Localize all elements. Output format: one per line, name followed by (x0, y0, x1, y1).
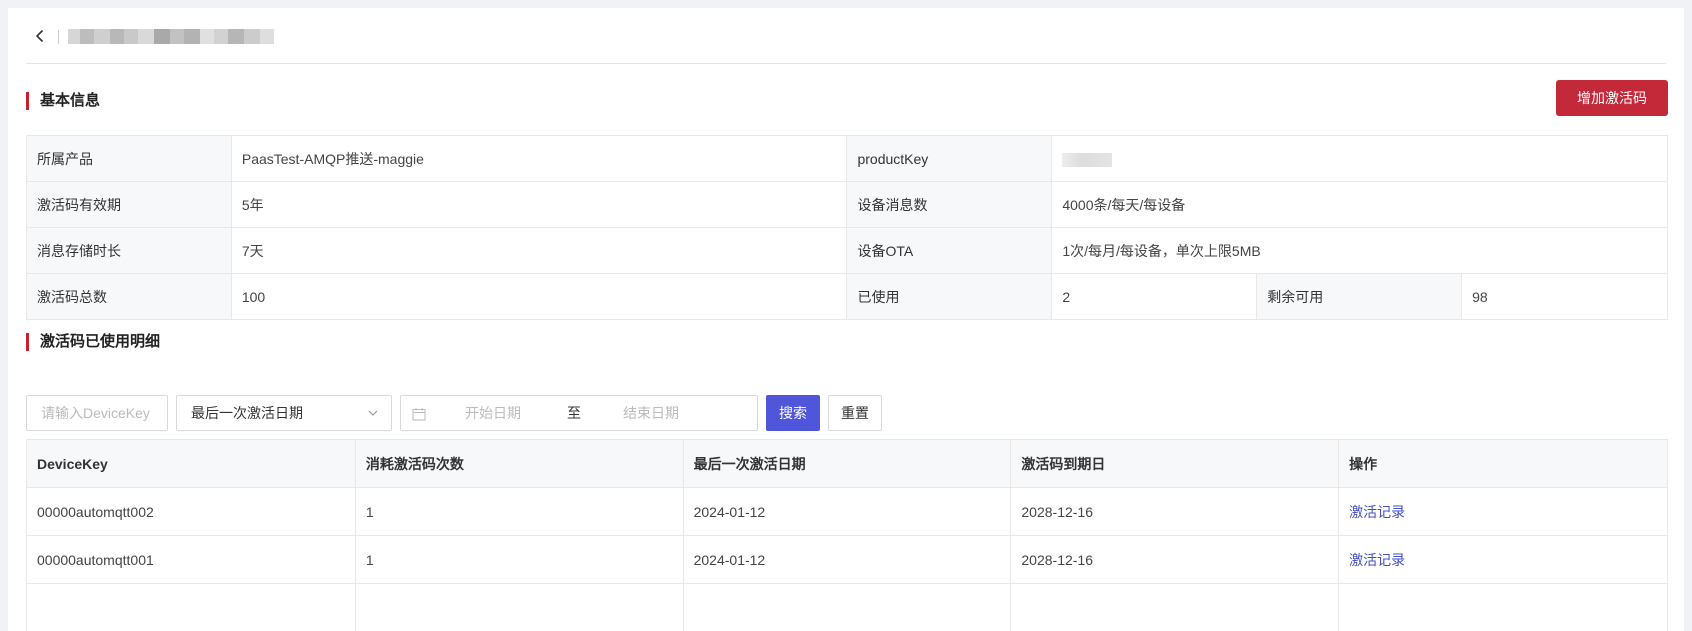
info-label: 设备消息数 (846, 181, 1053, 228)
column-header: 操作 (1338, 439, 1668, 488)
info-row-product: 所属产品 PaasTest-AMQP推送-maggie productKey (26, 135, 1668, 182)
column-header: 最后一次激活日期 (682, 439, 1012, 488)
chevron-left-icon[interactable] (32, 28, 48, 44)
devicekey-cell: 00000automqtt001 (26, 535, 356, 584)
devicekey-cell: 00000automqtt002 (26, 487, 356, 536)
info-label: 剩余可用 (1256, 273, 1463, 320)
last-activation-cell: 2024-01-12 (682, 487, 1012, 536)
obscured-title (68, 29, 294, 44)
range-separator: 至 (567, 405, 581, 421)
header-divider (58, 30, 59, 44)
activation-record-link[interactable]: 激活记录 (1349, 552, 1405, 568)
info-label: 激活码总数 (26, 273, 232, 320)
column-header: DeviceKey (26, 439, 356, 488)
date-type-selected: 最后一次激活日期 (191, 405, 303, 421)
table-row: 00000automqtt001 1 2024-01-12 2028-12-16… (26, 535, 1668, 584)
start-date-input[interactable]: 开始日期 (465, 396, 521, 430)
column-header: 消耗激活码次数 (354, 439, 684, 488)
info-label: 消息存储时长 (26, 227, 232, 274)
product-key-value (1051, 135, 1668, 182)
table-empty-area (26, 583, 1668, 631)
page-header (26, 8, 1666, 64)
info-value: 2 (1051, 273, 1258, 320)
column-header: 激活码到期日 (1010, 439, 1340, 488)
info-label: 所属产品 (26, 135, 232, 182)
info-label: 设备OTA (846, 227, 1053, 274)
table-row: 00000automqtt002 1 2024-01-12 2028-12-16… (26, 487, 1668, 536)
basic-info-table: 所属产品 PaasTest-AMQP推送-maggie productKey 激… (26, 135, 1668, 320)
info-value: 1次/每月/每设备，单次上限5MB (1051, 227, 1668, 274)
page-card: 基本信息 增加激活码 所属产品 PaasTest-AMQP推送-maggie p… (8, 8, 1684, 631)
last-activation-cell: 2024-01-12 (682, 535, 1012, 584)
usage-detail-title: 激活码已使用明细 (26, 333, 160, 351)
usage-table: DeviceKey 消耗激活码次数 最后一次激活日期 激活码到期日 操作 000… (26, 439, 1668, 631)
info-label: 已使用 (846, 273, 1053, 320)
count-cell: 1 (354, 487, 684, 536)
date-type-select[interactable]: 最后一次激活日期 (176, 395, 392, 431)
info-value: 4000条/每天/每设备 (1051, 181, 1668, 228)
calendar-icon (412, 408, 426, 421)
add-activation-code-button[interactable]: 增加激活码 (1556, 80, 1668, 116)
table-header-row: DeviceKey 消耗激活码次数 最后一次激活日期 激活码到期日 操作 (26, 439, 1668, 488)
date-range-picker[interactable]: 开始日期 至 结束日期 (400, 395, 758, 431)
count-cell: 1 (354, 535, 684, 584)
info-label: 激活码有效期 (26, 181, 232, 228)
info-row-counts: 激活码总数 100 已使用 2 剩余可用 98 (26, 273, 1668, 320)
info-value: 7天 (230, 227, 848, 274)
obscured-product-key (1062, 152, 1113, 167)
info-row-storage: 消息存储时长 7天 设备OTA 1次/每月/每设备，单次上限5MB (26, 227, 1668, 274)
action-cell: 激活记录 (1338, 487, 1668, 536)
info-value: 98 (1461, 273, 1668, 320)
info-value: PaasTest-AMQP推送-maggie (230, 135, 848, 182)
info-row-validity: 激活码有效期 5年 设备消息数 4000条/每天/每设备 (26, 181, 1668, 228)
action-cell: 激活记录 (1338, 535, 1668, 584)
info-value: 5年 (230, 181, 848, 228)
expiry-cell: 2028-12-16 (1010, 535, 1340, 584)
search-button[interactable]: 搜索 (766, 395, 820, 431)
basic-info-title: 基本信息 (26, 92, 100, 110)
end-date-input[interactable]: 结束日期 (623, 396, 679, 430)
activation-record-link[interactable]: 激活记录 (1349, 504, 1405, 520)
reset-button[interactable]: 重置 (828, 395, 882, 431)
info-label: productKey (846, 135, 1053, 182)
chevron-down-icon (368, 410, 378, 416)
devicekey-search-input[interactable] (26, 395, 168, 431)
info-value: 100 (230, 273, 848, 320)
expiry-cell: 2028-12-16 (1010, 487, 1340, 536)
